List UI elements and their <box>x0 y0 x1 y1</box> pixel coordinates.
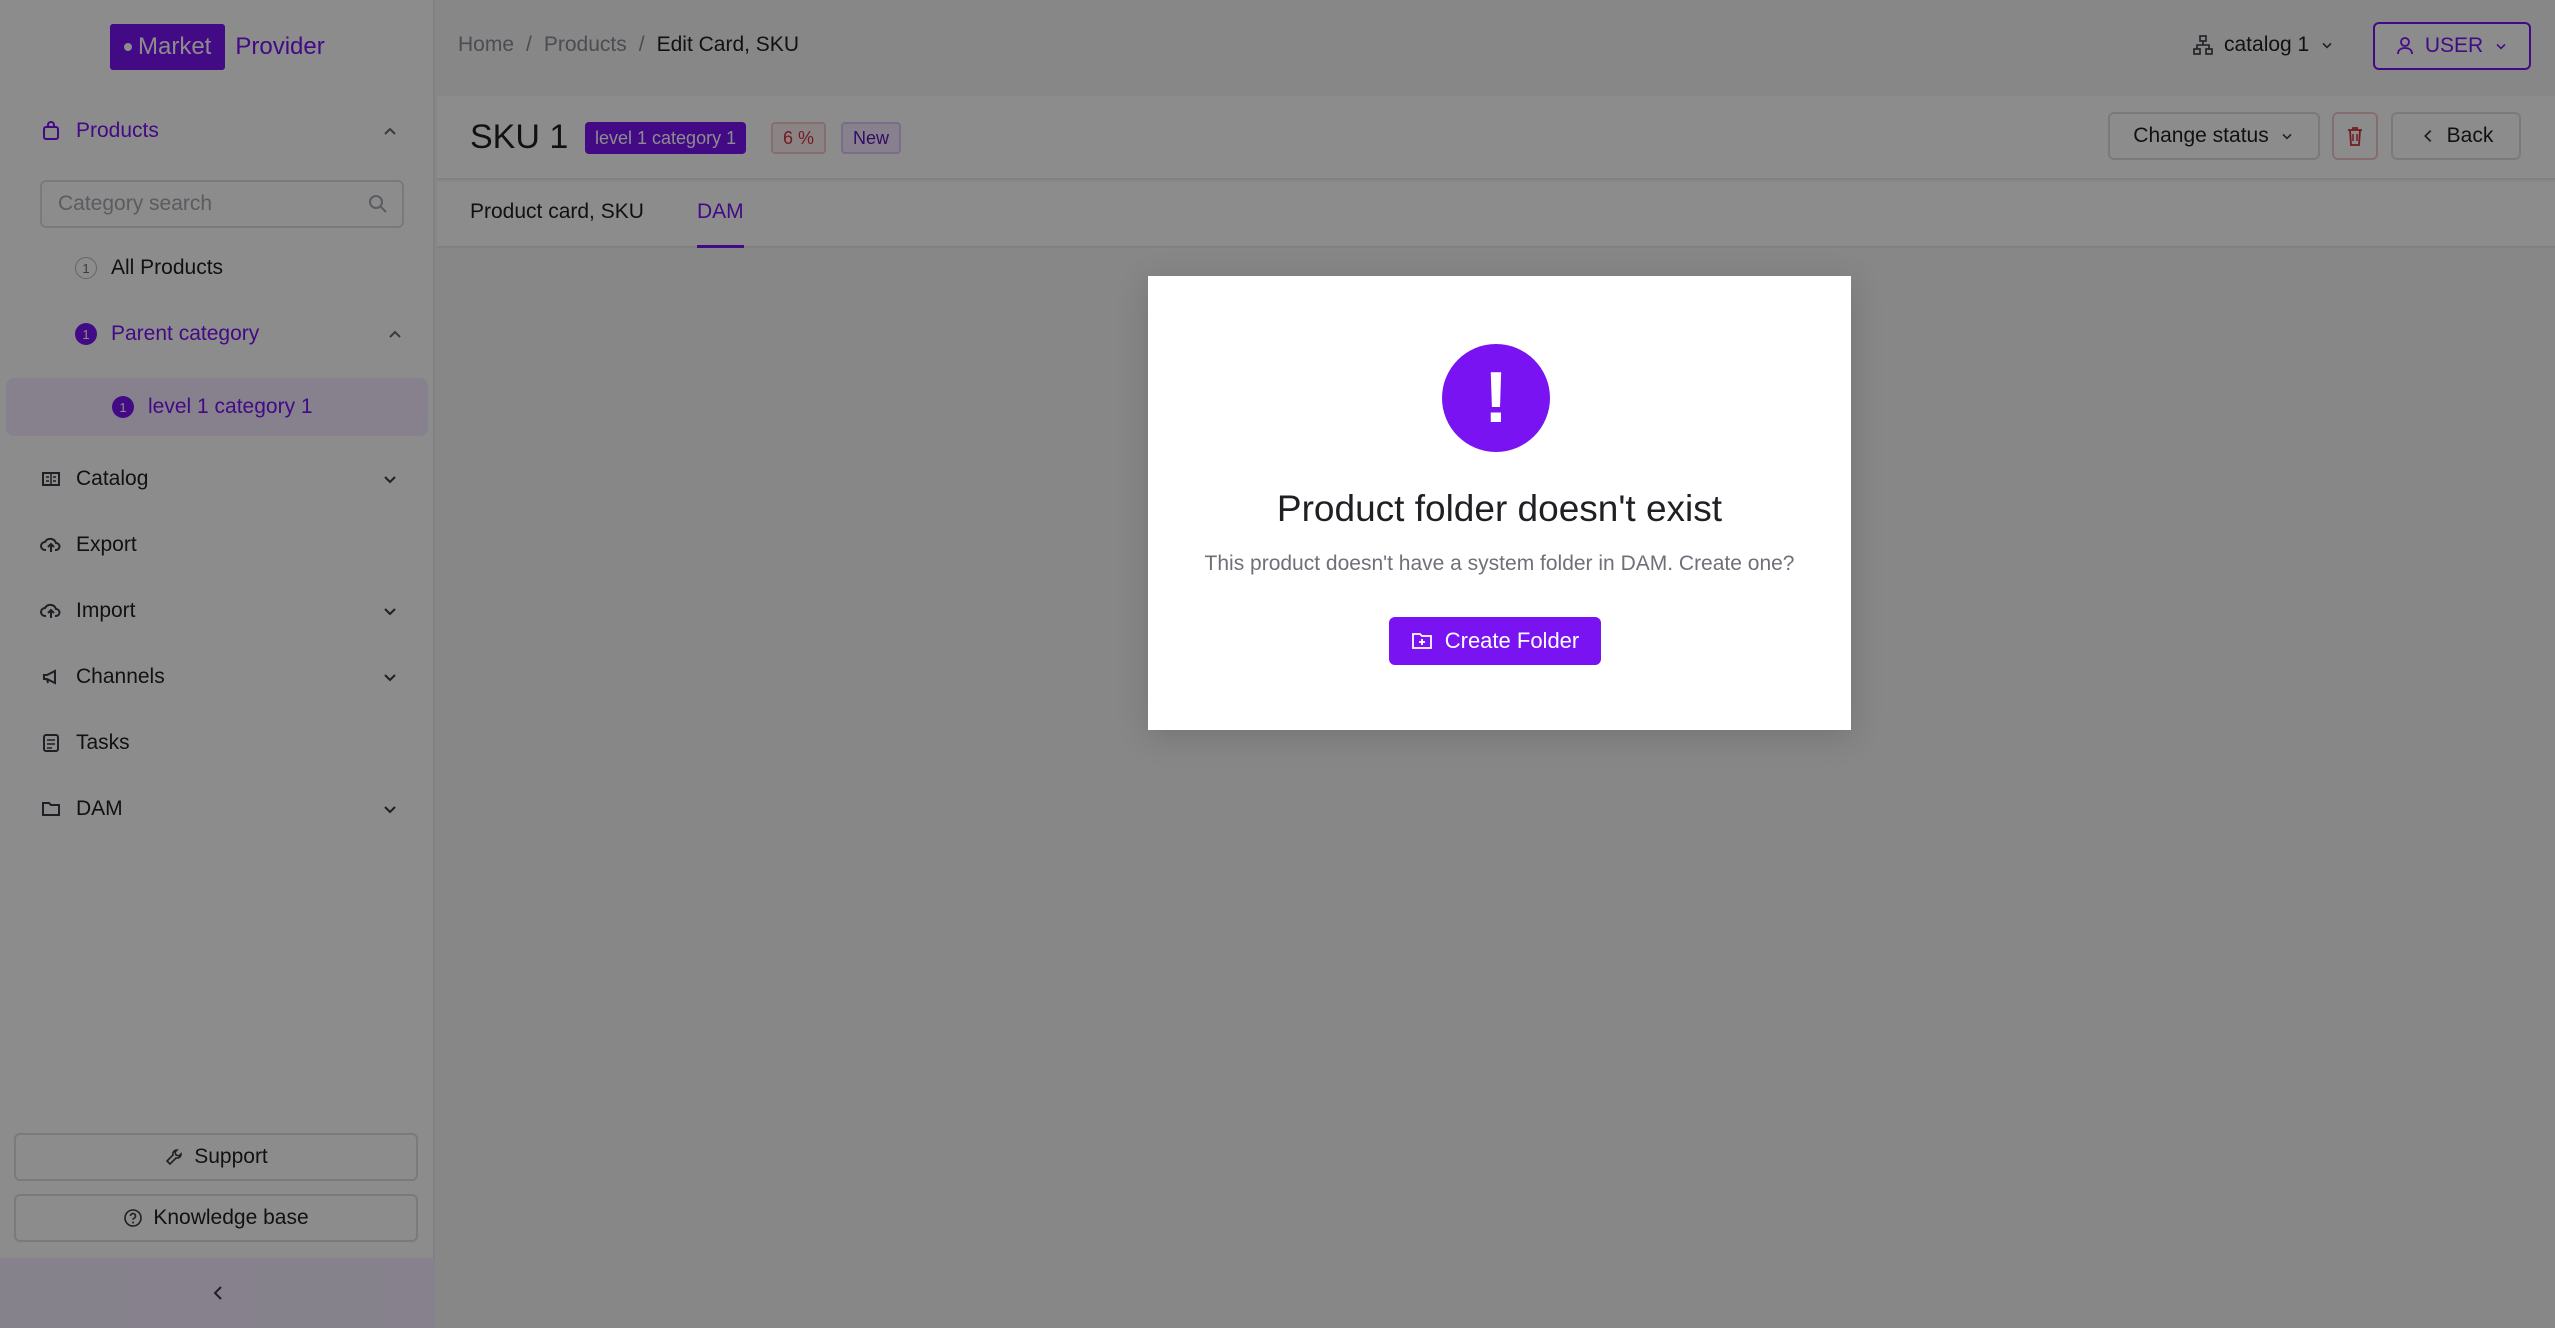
create-folder-button[interactable]: Create Folder <box>1389 617 1601 665</box>
folder-plus-icon <box>1411 633 1432 649</box>
exclamation-icon: ! <box>1442 344 1550 452</box>
dialog-title: Product folder doesn't exist <box>1276 488 1723 529</box>
create-folder-label: Create Folder <box>1444 628 1580 653</box>
dialog-message: This product doesn't have a system folde… <box>1204 552 1795 575</box>
folder-missing-dialog: ! Product folder doesn't exist This prod… <box>1148 276 1851 730</box>
app-root: Market Provider Products Category search… <box>0 0 2555 1328</box>
